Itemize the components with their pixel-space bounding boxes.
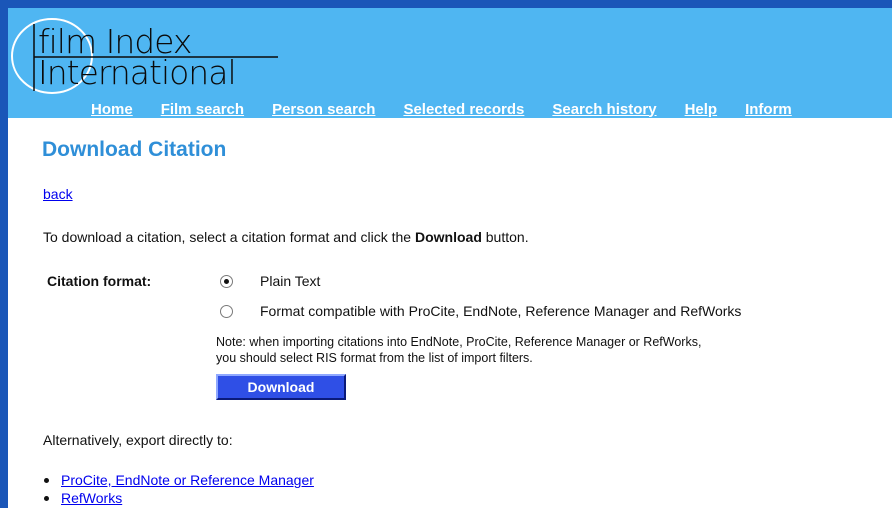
radio-plain-text[interactable]: [220, 274, 233, 288]
page-frame: film Index International Home Film searc…: [8, 0, 892, 508]
option-plain-text[interactable]: Plain Text: [220, 273, 320, 289]
intro-text: To download a citation, select a citatio…: [43, 229, 529, 245]
nav-film-search[interactable]: Film search: [161, 101, 244, 118]
logo-line-2: International: [38, 53, 237, 92]
intro-suffix: button.: [481, 229, 529, 245]
intro-prefix: To download a citation, select a citatio…: [43, 229, 415, 245]
bullet-icon: [44, 495, 49, 501]
export-procite-link[interactable]: ProCite, EndNote or Reference Manager: [61, 471, 314, 489]
list-item: ProCite, EndNote or Reference Manager: [44, 471, 314, 489]
export-heading: Alternatively, export directly to:: [43, 432, 233, 448]
export-refworks-link[interactable]: RefWorks: [61, 489, 122, 507]
nav-person-search[interactable]: Person search: [272, 101, 375, 118]
import-note-line-2: you should select RIS format from the li…: [216, 351, 533, 365]
intro-bold: Download: [414, 229, 482, 245]
nav-information[interactable]: Inform: [745, 101, 792, 118]
nav-help[interactable]: Help: [685, 101, 718, 118]
import-note: Note: when importing citations into EndN…: [216, 334, 886, 366]
page-title: Download Citation: [42, 138, 227, 161]
download-button[interactable]: Download: [216, 374, 346, 400]
option-ris-format-label: Format compatible with ProCite, EndNote,…: [260, 303, 742, 319]
bullet-icon: [44, 477, 49, 483]
nav-search-history[interactable]: Search history: [552, 101, 656, 118]
list-item: RefWorks: [44, 489, 314, 507]
header-banner: film Index International Home Film searc…: [8, 0, 892, 118]
citation-format-label: Citation format:: [47, 273, 152, 289]
nav-bar: Home Film search Person search Selected …: [8, 94, 892, 124]
back-link[interactable]: back: [43, 186, 73, 202]
nav-selected-records[interactable]: Selected records: [403, 101, 524, 118]
export-list: ProCite, EndNote or Reference Manager Re…: [44, 471, 314, 507]
import-note-line-1: Note: when importing citations into EndN…: [216, 335, 702, 349]
radio-ris-format[interactable]: [220, 304, 233, 318]
nav-home[interactable]: Home: [91, 101, 133, 118]
logo[interactable]: film Index International: [8, 16, 308, 94]
option-plain-text-label: Plain Text: [260, 273, 321, 289]
option-ris-format[interactable]: Format compatible with ProCite, EndNote,…: [220, 303, 741, 319]
